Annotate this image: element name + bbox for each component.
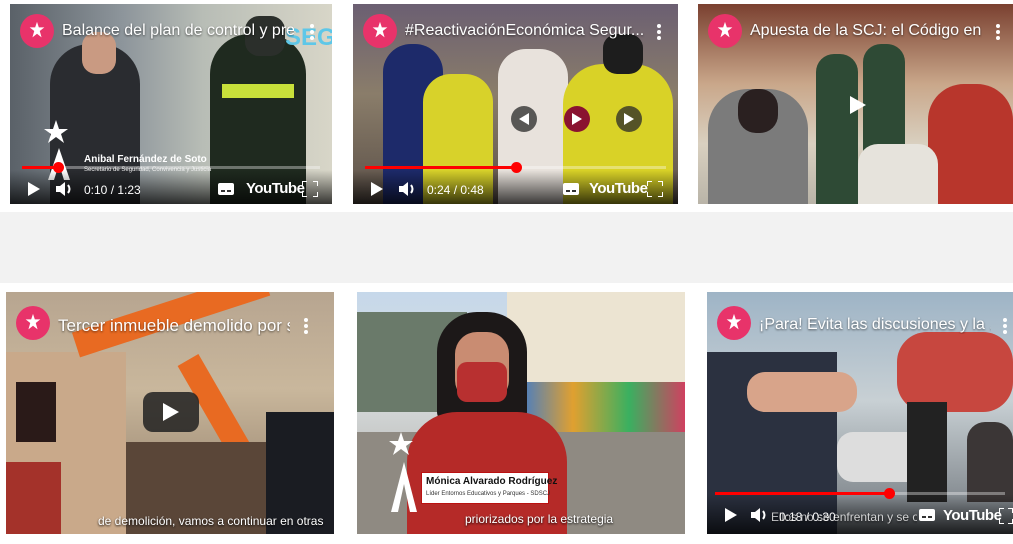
youtube-logo[interactable]: YouTube xyxy=(246,180,305,197)
volume-icon[interactable] xyxy=(56,181,74,197)
subtitles-icon[interactable] xyxy=(218,183,234,195)
more-options-icon[interactable] xyxy=(1003,318,1007,334)
subtitles-icon[interactable] xyxy=(919,509,935,521)
play-button[interactable] xyxy=(143,392,199,432)
more-options-icon[interactable] xyxy=(657,24,661,40)
star-figure-icon xyxy=(25,313,41,330)
youtube-logo[interactable]: YouTube xyxy=(943,507,1002,524)
play-icon[interactable] xyxy=(28,182,40,196)
video-player-6[interactable]: ¡Para! Evita las discusiones y la ... 0:… xyxy=(707,292,1013,534)
player-controls: 0:10 / 1:23 YouTube xyxy=(10,162,332,204)
time-display: 0:24 / 0:48 xyxy=(427,183,484,197)
more-options-icon[interactable] xyxy=(304,318,308,334)
play-icon[interactable] xyxy=(371,182,383,196)
fullscreen-icon[interactable] xyxy=(302,181,318,197)
channel-logo[interactable] xyxy=(16,306,50,340)
star-figure-icon xyxy=(372,21,388,38)
time-display: 0:10 / 1:23 xyxy=(84,183,141,197)
star-figure-icon xyxy=(726,313,742,330)
star-figure-icon xyxy=(717,21,733,38)
more-options-icon[interactable] xyxy=(310,24,314,40)
channel-logo[interactable] xyxy=(20,14,54,48)
play-icon[interactable] xyxy=(850,96,866,114)
play-icon xyxy=(163,403,179,421)
video-title[interactable]: ¡Para! Evita las discusiones y la ... xyxy=(759,316,991,334)
volume-icon[interactable] xyxy=(399,181,417,197)
video-player-5[interactable]: Mónica Alvarado Rodríguez Líder Entornos… xyxy=(357,292,685,534)
youtube-logo[interactable]: YouTube xyxy=(589,180,648,197)
lower-third-name: Mónica Alvarado Rodríguez xyxy=(426,476,558,487)
next-icon[interactable] xyxy=(616,106,642,132)
lower-third: Mónica Alvarado Rodríguez Líder Entornos… xyxy=(421,472,557,504)
video-title[interactable]: #ReactivaciónEconómica Segur... xyxy=(405,22,645,40)
progress-bar[interactable] xyxy=(715,488,1005,499)
progress-bar[interactable] xyxy=(22,162,320,173)
volume-icon[interactable] xyxy=(751,507,769,523)
video-player-3[interactable]: Apuesta de la SCJ: el Código en ... xyxy=(698,4,1013,204)
previous-icon[interactable] xyxy=(511,106,537,132)
lower-third-role: Líder Entornos Educativos y Parques - SD… xyxy=(426,491,551,497)
star-figure-icon xyxy=(29,21,45,38)
player-controls: 0:24 / 0:48 YouTube xyxy=(353,162,678,204)
more-options-icon[interactable] xyxy=(996,24,1000,40)
progress-bar[interactable] xyxy=(365,162,666,173)
channel-logo[interactable] xyxy=(708,14,742,48)
caption-text: priorizados por la estrategia xyxy=(465,512,614,526)
fullscreen-icon[interactable] xyxy=(999,508,1013,524)
star-logo-icon xyxy=(389,432,419,512)
video-title[interactable]: Balance del plan de control y pre... xyxy=(62,22,294,40)
player-controls: 0:18 / 0:30 Ellos no se enfrentan y se o… xyxy=(707,488,1013,534)
video-player-1[interactable]: SEGU Balance del plan de control y pre..… xyxy=(10,4,332,204)
subtitles-icon[interactable] xyxy=(563,183,579,195)
channel-logo[interactable] xyxy=(717,306,751,340)
video-title[interactable]: Apuesta de la SCJ: el Código en ... xyxy=(750,22,982,40)
caption-text: Ellos no se enfrentan y se ofrecen discu… xyxy=(771,510,917,524)
lower-third-name: Anibal Fernández de Soto xyxy=(84,154,207,165)
caption-text: de demolición, vamos a continuar en otra… xyxy=(98,514,324,528)
play-icon[interactable] xyxy=(725,508,737,522)
video-title[interactable]: Tercer inmueble demolido por s... xyxy=(58,316,290,336)
play-icon[interactable] xyxy=(564,106,590,132)
channel-logo[interactable] xyxy=(363,14,397,48)
video-player-2[interactable]: #ReactivaciónEconómica Segur... 0:24 / 0… xyxy=(353,4,678,204)
video-player-4[interactable]: Tercer inmueble demolido por s... de dem… xyxy=(6,292,334,534)
fullscreen-icon[interactable] xyxy=(647,181,663,197)
